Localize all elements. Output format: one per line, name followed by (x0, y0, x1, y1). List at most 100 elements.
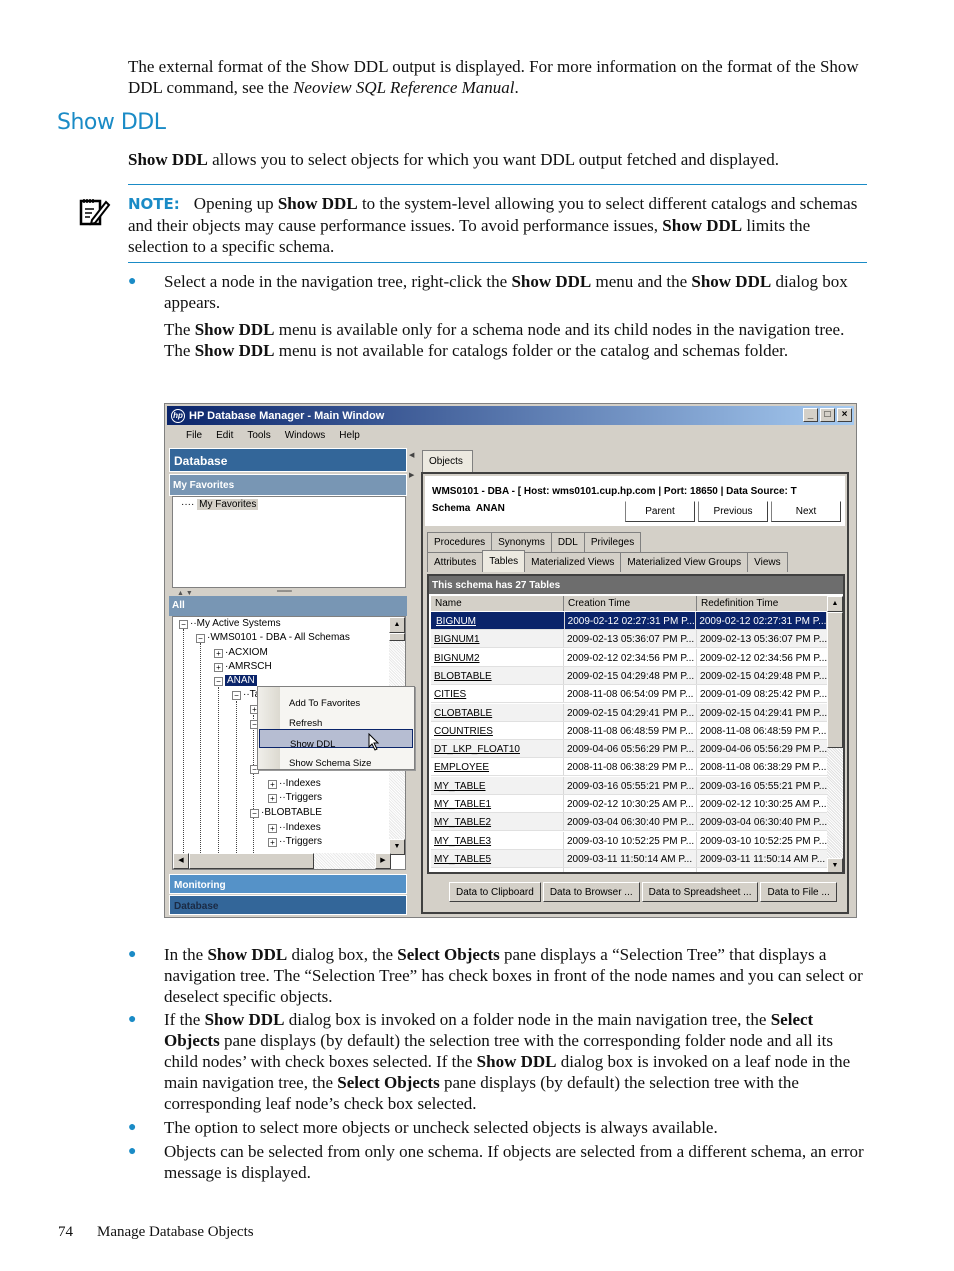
menu-item-add-to-favorites[interactable]: Add To Favorites (259, 689, 413, 709)
tree-node-indexes[interactable]: + ··Indexes (268, 822, 321, 834)
table-row[interactable]: COUNTRIES 2008-11-08 06:48:59 PM P... 2008… (431, 721, 829, 740)
table-name-link[interactable]: MY_TINYTABLE (431, 868, 564, 872)
tab-privileges[interactable]: Privileges (583, 532, 642, 552)
table-row[interactable]: EMPLOYEE 2008-11-08 06:38:29 PM P... 2008-… (431, 758, 829, 777)
database-bar[interactable]: Database (169, 448, 407, 472)
collapse-icon[interactable]: − (196, 634, 205, 643)
maximize-button[interactable]: □ (820, 408, 835, 422)
table-name-link[interactable]: MY_TABLE (431, 776, 564, 794)
database-bar-bottom[interactable]: Database (169, 895, 407, 915)
data-to-file-button[interactable]: Data to File ... (760, 882, 837, 902)
collapse-icon[interactable]: − (232, 691, 241, 700)
scroll-left-icon[interactable]: ◀ (173, 853, 189, 869)
table-row[interactable]: CLOBTABLE 2009-02-15 04:29:41 PM P... 2009… (431, 703, 829, 722)
scroll-right-icon[interactable]: ▶ (375, 853, 391, 869)
favorites-item[interactable]: ···· My Favorites (181, 499, 259, 511)
table-row[interactable]: MY_TABLE2 2009-03-04 06:30:40 PM P... 2009… (431, 813, 829, 832)
tree-node-table[interactable]: − ·BLOBTABLE (250, 807, 322, 819)
table-row[interactable]: BIGNUM 2009-02-12 02:27:31 PM P... 2009-02… (431, 612, 829, 630)
data-to-spreadsheet-button[interactable]: Data to Spreadsheet ... (641, 882, 759, 902)
expand-icon[interactable]: + (268, 824, 277, 833)
tree-node-active-systems[interactable]: − ··My Active Systems (179, 618, 281, 630)
table-name-link[interactable]: MY_TABLE2 (431, 813, 564, 831)
scroll-up-icon[interactable]: ▲ (827, 596, 843, 612)
menu-tools[interactable]: Tools (240, 427, 277, 445)
column-header-name[interactable]: Name (431, 596, 564, 611)
table-row[interactable]: DT_LKP_FLOAT10 2009-04-06 05:56:29 PM P..… (431, 740, 829, 759)
minimize-button[interactable]: _ (803, 408, 818, 422)
tree-node-schema-selected[interactable]: − ANAN (214, 675, 257, 687)
menu-file[interactable]: File (179, 427, 209, 445)
tree-node-schema[interactable]: + ·AMRSCH (214, 661, 272, 673)
table-row[interactable]: MY_TABLE3 2009-03-10 10:52:25 PM P... 2009… (431, 831, 829, 850)
menu-edit[interactable]: Edit (209, 427, 240, 445)
scroll-down-icon[interactable]: ▼ (389, 839, 405, 855)
scroll-up-icon[interactable]: ▲ (389, 617, 405, 633)
table-name-link[interactable]: BLOBTABLE (431, 666, 564, 684)
table-row[interactable]: BLOBTABLE 2009-02-15 04:29:48 PM P... 2009… (431, 666, 829, 685)
table-row[interactable]: BIGNUM1 2009-02-13 05:36:07 PM P... 2009-0… (431, 630, 829, 649)
menu-item-show-ddl[interactable]: Show DDL (259, 729, 413, 750)
tab-objects[interactable]: Objects (422, 450, 473, 472)
tab-synonyms[interactable]: Synonyms (491, 532, 552, 552)
table-row[interactable]: MY_TABLE1 2009-02-12 10:30:25 AM P... 2009… (431, 795, 829, 813)
menu-item-show-schema-size[interactable]: Show Schema Size (259, 749, 413, 769)
menu-windows[interactable]: Windows (278, 427, 333, 445)
tree-node-triggers[interactable]: + ··Triggers (268, 836, 322, 848)
expand-right-icon[interactable]: ▶ (409, 470, 414, 482)
table-row[interactable]: CITIES 2008-11-08 06:54:09 PM P... 2009-01… (431, 685, 829, 704)
close-button[interactable]: × (837, 408, 852, 422)
table-row[interactable]: BIGNUM2 2009-02-12 02:34:56 PM P... 2009-0… (431, 648, 829, 667)
data-to-clipboard-button[interactable]: Data to Clipboard (449, 882, 541, 902)
tab-tables[interactable]: Tables (482, 550, 526, 572)
tree-node-indexes[interactable]: + ··Indexes (268, 778, 321, 790)
table-name-link[interactable]: COUNTRIES (431, 721, 564, 739)
expand-icon[interactable]: + (268, 780, 277, 789)
tab-ddl[interactable]: DDL (550, 532, 585, 552)
monitoring-bar[interactable]: Monitoring (169, 874, 407, 894)
table-row[interactable]: MY_TABLE5 2009-03-11 11:50:14 AM P... 2009… (431, 849, 829, 868)
expand-icon[interactable]: + (268, 838, 277, 847)
expand-icon[interactable]: + (214, 663, 223, 672)
table-name-link[interactable]: EMPLOYEE (431, 758, 564, 776)
all-bar[interactable]: All (169, 596, 407, 616)
menu-item-refresh[interactable]: Refresh (259, 709, 413, 729)
pane-divider[interactable]: ◀ ▶ (408, 448, 418, 915)
collapse-icon[interactable]: − (214, 677, 223, 686)
favorites-bar[interactable]: My Favorites (169, 474, 407, 496)
table-row[interactable]: MY_TABLE 2009-03-16 05:55:21 PM P... 2009-… (431, 776, 829, 795)
tree-node-triggers[interactable]: + ··Triggers (268, 792, 322, 804)
collapse-left-icon[interactable]: ◀ (409, 450, 414, 462)
tab-procedures[interactable]: Procedures (427, 532, 493, 552)
table-name-link[interactable]: CLOBTABLE (431, 703, 564, 721)
table-name-link[interactable]: MY_TABLE5 (431, 849, 564, 867)
scroll-down-icon[interactable]: ▼ (827, 858, 843, 872)
expand-icon[interactable]: + (214, 649, 223, 658)
tree-node-system[interactable]: − ·WMS0101 - DBA - All Schemas (196, 632, 350, 644)
column-header-creation-time[interactable]: Creation Time (564, 596, 697, 611)
table-name-link[interactable]: MY_TABLE3 (431, 831, 564, 849)
table-name-link[interactable]: BIGNUM2 (431, 648, 564, 666)
tree-node-tables[interactable]: − ··Ta (232, 689, 260, 701)
collapse-icon[interactable]: − (179, 620, 188, 629)
tree-horizontal-scrollbar[interactable]: ◀ ▶ (173, 853, 391, 869)
column-header-redefinition-time[interactable]: Redefinition Time (697, 596, 829, 611)
collapse-icon[interactable]: − (250, 809, 259, 818)
grid-vertical-scrollbar[interactable]: ▲ ▼ (827, 596, 843, 872)
scroll-thumb[interactable] (389, 633, 405, 641)
scroll-thumb[interactable] (827, 612, 843, 748)
scroll-thumb[interactable] (189, 853, 314, 869)
table-name-link[interactable]: MY_TABLE1 (431, 795, 564, 812)
expand-icon[interactable]: + (268, 794, 277, 803)
table-name-link[interactable]: DT_LKP_FLOAT10 (431, 740, 564, 758)
tree-node-schema[interactable]: + ·ACXIOM (214, 647, 268, 659)
table-name-link[interactable]: BIGNUM (433, 612, 565, 629)
previous-button[interactable]: Previous (698, 501, 768, 522)
tab-views[interactable]: Views (747, 552, 788, 572)
tab-materialized-views[interactable]: Materialized Views (524, 552, 622, 572)
table-row[interactable]: MY_TINYTABLE2009-03-03 11:50:03 AM P...2… (431, 868, 829, 872)
table-name-link[interactable]: BIGNUM1 (431, 630, 564, 648)
table-name-link[interactable]: CITIES (431, 685, 564, 703)
parent-button[interactable]: Parent (625, 501, 695, 522)
data-to-browser-button[interactable]: Data to Browser ... (542, 882, 640, 902)
